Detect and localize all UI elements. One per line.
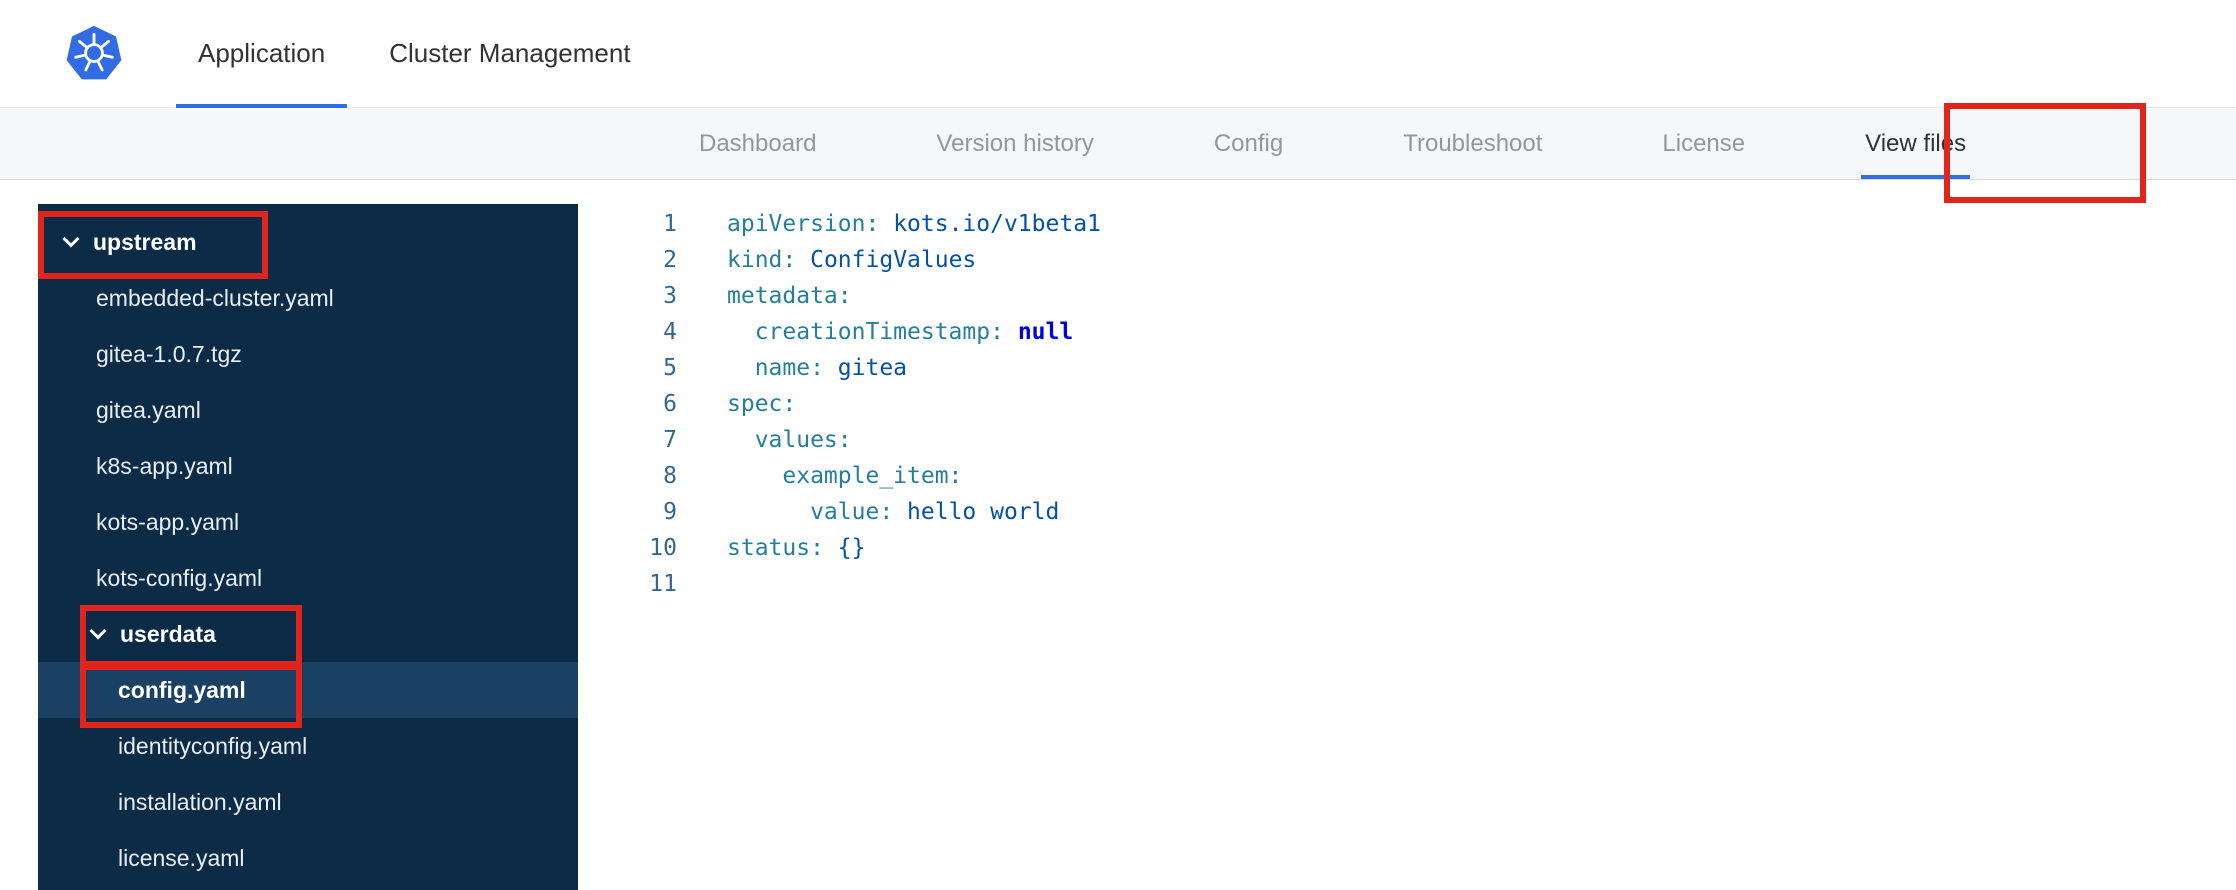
- line-number: 8: [663, 463, 677, 489]
- tab-version-history[interactable]: Version history: [936, 108, 1093, 179]
- line-number: 1: [663, 211, 677, 237]
- tab-dashboard[interactable]: Dashboard: [699, 108, 816, 179]
- file-k8s-app.yaml[interactable]: k8s-app.yaml: [38, 438, 578, 494]
- file-identityconfig.yaml[interactable]: identityconfig.yaml: [38, 718, 578, 774]
- main-content: upstream embedded-cluster.yaml gitea-1.0.7…: [0, 180, 2236, 890]
- file-label: embedded-cluster.yaml: [96, 284, 334, 311]
- code-line: 6 spec:: [578, 386, 2236, 422]
- folder-upstream[interactable]: upstream: [38, 214, 578, 270]
- line-number: 5: [663, 355, 677, 381]
- code-line: 5 name: gitea: [578, 350, 2236, 386]
- code-line: 9 value: hello world: [578, 494, 2236, 530]
- file-label: gitea.yaml: [96, 396, 201, 423]
- file-label: k8s-app.yaml: [96, 452, 233, 479]
- chevron-down-icon: [62, 230, 80, 248]
- code-text: value: hello world: [727, 499, 1060, 525]
- tab-troubleshoot[interactable]: Troubleshoot: [1403, 108, 1542, 179]
- folder-userdata[interactable]: userdata: [38, 606, 578, 662]
- tab-view-files[interactable]: View files: [1861, 108, 1971, 179]
- file-installation.yaml[interactable]: installation.yaml: [38, 774, 578, 830]
- code-line: 10 status: {}: [578, 530, 2236, 566]
- line-number: 2: [663, 247, 677, 273]
- code-text: values:: [727, 427, 852, 453]
- file-label: installation.yaml: [118, 788, 282, 815]
- tab-license[interactable]: License: [1662, 108, 1745, 179]
- file-tree: upstream embedded-cluster.yaml gitea-1.0.7…: [38, 204, 578, 890]
- line-number: 4: [663, 319, 677, 345]
- code-text: name: gitea: [727, 355, 908, 381]
- file-label: kots-config.yaml: [96, 564, 263, 591]
- code-text: example_item:: [727, 463, 963, 489]
- line-number: 9: [663, 499, 677, 525]
- code-line: 8 example_item:: [578, 458, 2236, 494]
- code-text: status: {}: [727, 535, 866, 561]
- kubernetes-logo: [62, 22, 126, 86]
- code-lines: 1 apiVersion: kots.io/v1beta1 2 kind: Confi…: [578, 206, 2236, 602]
- file-config.yaml[interactable]: config.yaml: [38, 662, 578, 718]
- app-header: Application Cluster Management: [0, 0, 2236, 108]
- code-text: apiVersion: kots.io/v1beta1: [727, 211, 1101, 237]
- file-gitea-1.0.7.tgz[interactable]: gitea-1.0.7.tgz: [38, 326, 578, 382]
- file-kots-app.yaml[interactable]: kots-app.yaml: [38, 494, 578, 550]
- line-number: 10: [649, 535, 677, 561]
- code-text: metadata:: [727, 283, 852, 309]
- code-line: 11: [578, 566, 2236, 602]
- line-number: 6: [663, 391, 677, 417]
- subnav-tabs: Dashboard Version history Config Troublesho…: [0, 108, 2236, 179]
- file-label: license.yaml: [118, 844, 245, 871]
- code-text: creationTimestamp: null: [727, 319, 1074, 345]
- code-line: 2 kind: ConfigValues: [578, 242, 2236, 278]
- code-line: 7 values:: [578, 422, 2236, 458]
- file-label: gitea-1.0.7.tgz: [96, 340, 242, 367]
- file-label: config.yaml: [118, 676, 246, 703]
- file-embedded-cluster.yaml[interactable]: embedded-cluster.yaml: [38, 270, 578, 326]
- kots-admin-console: Application Cluster Management Dashboard…: [0, 0, 2236, 890]
- code-line: 4 creationTimestamp: null: [578, 314, 2236, 350]
- app-subnav: Dashboard Version history Config Troublesho…: [0, 108, 2236, 180]
- file-license.yaml[interactable]: license.yaml: [38, 830, 578, 886]
- file-label: identityconfig.yaml: [118, 732, 308, 759]
- code-text: kind: ConfigValues: [727, 247, 977, 273]
- top-nav: Application Cluster Management: [166, 0, 663, 108]
- tab-application[interactable]: Application: [166, 0, 357, 108]
- code-editor[interactable]: 1 apiVersion: kots.io/v1beta1 2 kind: Confi…: [578, 180, 2236, 890]
- file-kots-config.yaml[interactable]: kots-config.yaml: [38, 550, 578, 606]
- file-gitea.yaml[interactable]: gitea.yaml: [38, 382, 578, 438]
- tab-config[interactable]: Config: [1214, 108, 1283, 179]
- code-text: spec:: [727, 391, 797, 417]
- line-number: 11: [649, 571, 677, 597]
- chevron-down-icon: [89, 622, 107, 640]
- code-line: 1 apiVersion: kots.io/v1beta1: [578, 206, 2236, 242]
- folder-label: upstream: [93, 228, 197, 255]
- folder-label: userdata: [120, 620, 216, 647]
- line-number: 7: [663, 427, 677, 453]
- file-label: kots-app.yaml: [96, 508, 240, 535]
- code-line: 3 metadata:: [578, 278, 2236, 314]
- tab-cluster-management[interactable]: Cluster Management: [357, 0, 662, 107]
- line-number: 3: [663, 283, 677, 309]
- kubernetes-helm-wheel-icon: [66, 25, 122, 79]
